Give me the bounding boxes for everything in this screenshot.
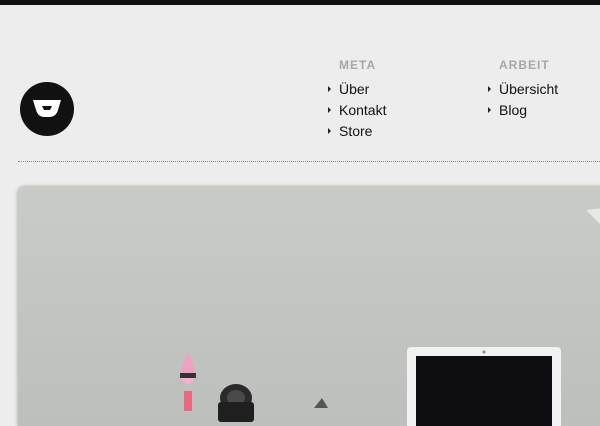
bullet-arrow-icon — [328, 85, 331, 92]
bullet-arrow-icon — [328, 127, 331, 134]
dotted-divider — [18, 161, 600, 162]
nav-item-label: Über — [339, 80, 370, 97]
nav-arbeit: ARBEIT Übersicht Blog — [488, 58, 558, 120]
nav-item-label: Kontakt — [339, 101, 387, 118]
bullet-arrow-icon — [488, 106, 491, 113]
nav-item-label: Blog — [499, 101, 528, 118]
monitor-object — [407, 347, 561, 426]
nav-item-uebersicht[interactable]: Übersicht — [488, 78, 558, 99]
nav-item-ueber[interactable]: Über — [328, 78, 386, 99]
w-logo-icon — [33, 100, 61, 117]
hero-photo — [18, 186, 600, 426]
camera-object — [218, 384, 254, 422]
nav-meta-heading: META — [339, 58, 377, 72]
hero-photo-illustration — [18, 186, 600, 426]
bullet-arrow-icon — [328, 106, 331, 113]
site-logo[interactable] — [20, 82, 74, 136]
bullet-arrow-icon — [488, 85, 491, 92]
nav-arbeit-heading: ARBEIT — [499, 58, 550, 72]
nav-meta-list: Über Kontakt Store — [328, 78, 386, 141]
top-bar — [0, 0, 600, 5]
nav-item-label: Store — [339, 122, 373, 139]
nav-item-store[interactable]: Store — [328, 120, 386, 141]
nav-meta: META Über Kontakt Store — [328, 58, 386, 141]
nav-item-blog[interactable]: Blog — [488, 99, 558, 120]
nav-item-kontakt[interactable]: Kontakt — [328, 99, 386, 120]
nav-arbeit-list: Übersicht Blog — [488, 78, 558, 120]
nav-item-label: Übersicht — [499, 80, 559, 97]
